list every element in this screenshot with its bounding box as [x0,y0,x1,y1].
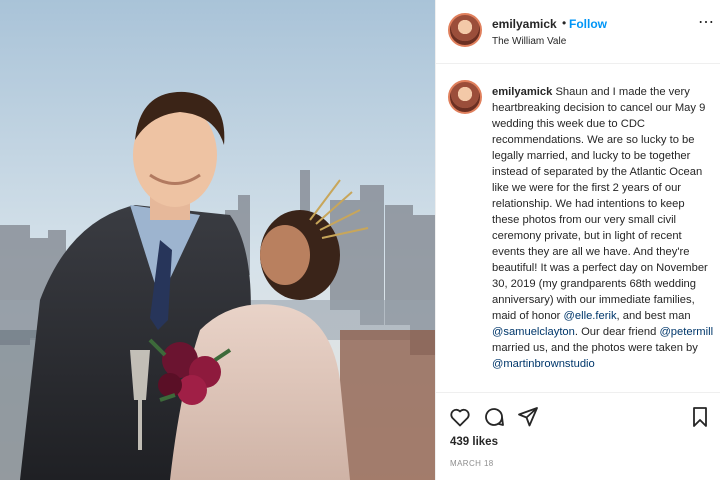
caption-text: . Our dear friend [574,326,660,338]
more-dots-icon[interactable]: ⋯ [698,12,715,32]
comment-icon[interactable] [482,405,506,429]
caption-text: married us, and the photos were taken by [492,342,698,354]
follow-button[interactable]: Follow [569,17,607,31]
caption-text: , and best man [616,310,691,322]
post-photo[interactable] [0,0,435,480]
mention-link[interactable]: @samuelclayton [492,326,575,338]
caption-username-link[interactable]: emilyamick [492,86,552,98]
share-icon[interactable] [516,405,540,429]
wedding-photo-image [0,0,435,480]
caption-avatar[interactable] [448,80,482,114]
heart-icon[interactable] [448,405,472,429]
username-link[interactable]: emilyamick [492,17,557,31]
post-date: MARCH 18 [450,459,494,468]
post-side-panel: emilyamick • Follow The William Vale ⋯ e… [435,0,720,480]
bookmark-icon[interactable] [688,405,712,429]
post-actions: 439 likes MARCH 18 [436,392,720,480]
mention-link[interactable]: @elle.ferik [564,310,617,322]
avatar[interactable] [448,13,482,47]
mention-link[interactable]: @petermill [659,326,713,338]
mention-link[interactable]: @martinbrownstudio [492,358,595,370]
location-link[interactable]: The William Vale [492,36,566,47]
post-header: emilyamick • Follow The William Vale ⋯ [436,0,720,64]
caption-text: Shaun and I made the very heartbreaking … [492,86,708,322]
instagram-post: emilyamick • Follow The William Vale ⋯ e… [0,0,720,480]
like-count[interactable]: 439 likes [450,436,498,448]
separator-dot: • [562,16,567,30]
post-caption: emilyamick Shaun and I made the very hea… [492,84,714,390]
